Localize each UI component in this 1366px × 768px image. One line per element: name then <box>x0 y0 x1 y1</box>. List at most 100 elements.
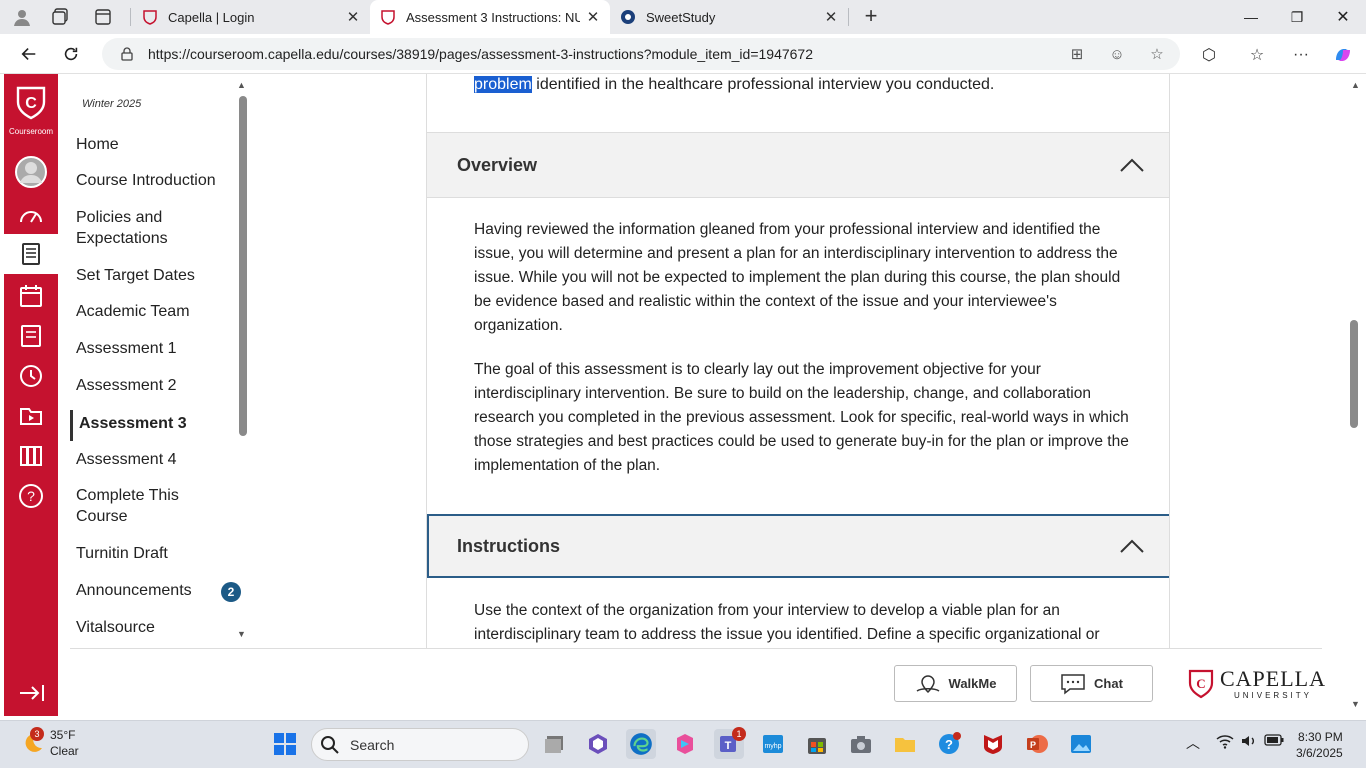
clock-date: 3/6/2025 <box>1296 746 1343 760</box>
close-icon[interactable]: ✕ <box>824 8 838 26</box>
nav-assessment-2[interactable]: Assessment 2 <box>76 375 236 396</box>
window-close-icon[interactable]: ✕ <box>1320 0 1366 34</box>
courseroom-rail: C Courseroom ? <box>4 74 58 716</box>
refresh-icon[interactable] <box>56 40 86 68</box>
nav-assessment-1[interactable]: Assessment 1 <box>76 338 236 359</box>
windows-start-icon[interactable] <box>270 729 300 759</box>
taskbar-clock[interactable]: 8:30 PM 3/6/2025 <box>1296 729 1343 761</box>
rail-courses[interactable] <box>4 234 58 274</box>
get-help-icon[interactable]: ? <box>934 729 964 759</box>
walkme-icon <box>916 674 939 693</box>
walkme-button[interactable]: WalkMe <box>894 665 1017 702</box>
overview-paragraph-2: The goal of this assessment is to clearl… <box>474 361 1129 474</box>
copilot-app-icon[interactable] <box>583 729 613 759</box>
nav-academic-team[interactable]: Academic Team <box>76 301 236 322</box>
rail-dashboard[interactable] <box>4 196 58 236</box>
file-explorer-icon[interactable] <box>890 729 920 759</box>
chat-label: Chat <box>1094 676 1123 691</box>
rail-library[interactable] <box>4 436 58 476</box>
url-field[interactable]: https://courseroom.capella.edu/courses/3… <box>102 38 1180 70</box>
nav-course-introduction[interactable]: Course Introduction <box>76 170 236 191</box>
close-icon[interactable]: ✕ <box>346 8 360 26</box>
intro-line: problem identified in the healthcare pro… <box>474 76 994 94</box>
rail-logo-text: Courseroom <box>8 127 53 136</box>
chevron-up-icon[interactable] <box>1119 538 1145 554</box>
nav-scroll-up-icon[interactable]: ▲ <box>237 80 246 90</box>
library-icon <box>20 446 42 466</box>
favorite-star-icon[interactable]: ☆ <box>1146 44 1168 64</box>
page-scroll-down-icon[interactable]: ▼ <box>1351 699 1360 709</box>
close-icon[interactable]: ✕ <box>586 8 600 26</box>
minimize-icon[interactable]: — <box>1228 0 1274 34</box>
nav-policies-and-expectations[interactable]: Policies and Expectations <box>76 207 236 249</box>
rail-profile[interactable] <box>4 152 58 192</box>
gradebook-icon <box>21 325 41 347</box>
rail-gradebook[interactable] <box>4 316 58 356</box>
photos-icon[interactable] <box>1066 729 1096 759</box>
collapse-nav-icon[interactable] <box>18 682 46 704</box>
courseroom-logo[interactable]: C Courseroom <box>4 80 58 144</box>
workspaces-icon[interactable] <box>52 8 70 26</box>
weather-widget[interactable]: 3 35°F Clear <box>20 727 79 759</box>
tab-capella-login[interactable]: Capella | Login ✕ <box>132 0 370 34</box>
taskbar-search[interactable]: Search <box>311 728 529 761</box>
nav-set-target-dates[interactable]: Set Target Dates <box>76 265 236 286</box>
extensions-icon[interactable]: ⬡ <box>1198 44 1220 66</box>
capella-shield-icon <box>143 10 157 25</box>
search-icon <box>321 735 339 754</box>
read-aloud-icon[interactable]: ☺ <box>1106 44 1128 64</box>
show-hidden-icons-icon[interactable]: ︿ <box>1186 733 1200 753</box>
nav-vitalsource[interactable]: Vitalsource <box>76 617 236 638</box>
instructions-paragraph-1: Use the context of the organization from… <box>474 602 1100 643</box>
app-available-icon[interactable]: ⊞ <box>1066 44 1088 64</box>
powerpoint-icon[interactable]: P <box>1022 729 1052 759</box>
instructions-accordion-header[interactable]: Instructions <box>427 514 1169 578</box>
page-scrollbar[interactable] <box>1350 320 1358 428</box>
overview-accordion-header[interactable]: Overview <box>427 132 1169 198</box>
tab-assessment-3[interactable]: Assessment 3 Instructions: NURS- ✕ <box>370 0 610 34</box>
battery-icon[interactable] <box>1264 733 1284 749</box>
rail-help[interactable]: ? <box>4 476 58 516</box>
tab-actions-icon[interactable] <box>94 8 112 26</box>
back-icon[interactable] <box>14 40 44 68</box>
microsoft-365-icon[interactable] <box>670 729 700 759</box>
profile-icon[interactable] <box>12 7 32 27</box>
mcafee-icon[interactable] <box>978 729 1008 759</box>
browser-tab-bar: Capella | Login ✕ Assessment 3 Instructi… <box>0 0 1366 34</box>
lock-icon[interactable] <box>120 47 134 61</box>
nav-scroll-down-icon[interactable]: ▼ <box>237 629 246 639</box>
nav-assessment-3[interactable]: Assessment 3 <box>70 410 230 441</box>
task-view-icon[interactable] <box>540 729 570 759</box>
svg-text:T: T <box>725 740 732 752</box>
camera-icon[interactable] <box>846 729 876 759</box>
restore-icon[interactable]: ❐ <box>1274 0 1320 34</box>
address-bar: https://courseroom.capella.edu/courses/3… <box>0 34 1366 74</box>
nav-scrollbar[interactable] <box>239 96 247 436</box>
chat-button[interactable]: Chat <box>1030 665 1153 702</box>
microsoft-store-icon[interactable] <box>802 729 832 759</box>
myhp-icon[interactable]: myhp <box>758 729 788 759</box>
nav-home[interactable]: Home <box>76 134 236 155</box>
more-options-icon[interactable]: ··· <box>1290 44 1312 66</box>
favorites-icon[interactable]: ☆ <box>1246 44 1268 66</box>
volume-icon[interactable] <box>1240 733 1258 752</box>
chevron-up-icon[interactable] <box>1119 157 1145 173</box>
capella-shield-icon: C <box>1188 669 1214 699</box>
copilot-icon[interactable] <box>1332 44 1354 66</box>
help-icon: ? <box>19 484 43 508</box>
edge-browser-icon[interactable] <box>626 729 656 759</box>
tab-sweetstudy[interactable]: SweetStudy ✕ <box>610 0 848 34</box>
nav-turnitin-draft[interactable]: Turnitin Draft <box>76 543 236 564</box>
capella-university-logo[interactable]: C CAPELLA UNIVERSITY <box>1188 668 1326 700</box>
new-tab-icon[interactable]: + <box>860 5 882 28</box>
announcements-count-badge: 2 <box>221 582 241 602</box>
nav-complete-this-course[interactable]: Complete This Course <box>76 485 196 527</box>
nav-assessment-4[interactable]: Assessment 4 <box>76 449 236 470</box>
teams-icon[interactable]: T 1 <box>714 727 746 759</box>
wifi-icon[interactable] <box>1216 733 1234 752</box>
rail-calendar[interactable] <box>4 276 58 316</box>
nav-announcements[interactable]: Announcements 2 <box>76 580 241 602</box>
page-scroll-up-icon[interactable]: ▲ <box>1351 80 1360 90</box>
rail-history[interactable] <box>4 356 58 396</box>
rail-media[interactable] <box>4 396 58 436</box>
